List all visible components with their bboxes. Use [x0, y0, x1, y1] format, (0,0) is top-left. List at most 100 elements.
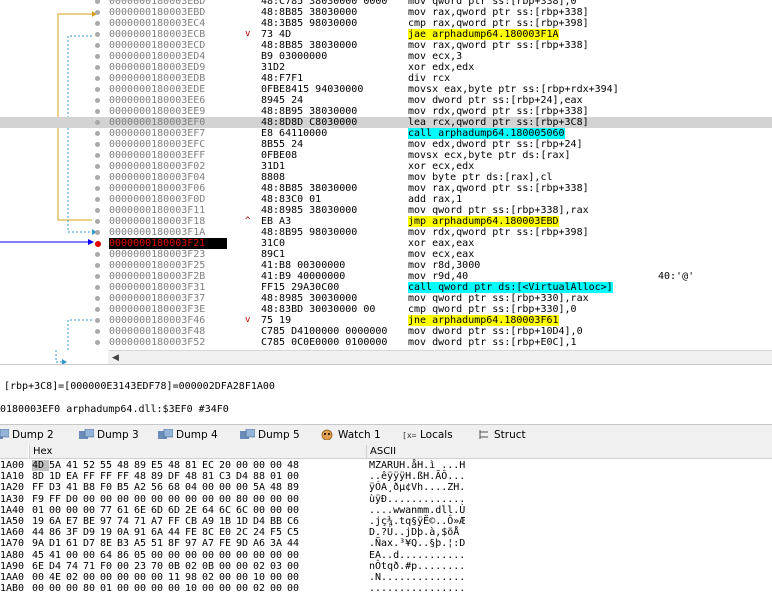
hex-byte[interactable]: 00 — [151, 494, 168, 505]
hex-byte[interactable]: 00 — [287, 471, 304, 482]
tab-dump-5[interactable]: Dump 5 — [238, 427, 300, 443]
hex-byte[interactable]: D9 — [83, 527, 100, 538]
hex-row[interactable]: 1A80 45 41 00 00 64 86 05 00 00 00 00 00 00 00 00 00 EA..… — [0, 550, 772, 561]
hex-byte[interactable]: 00 — [270, 505, 287, 516]
hex-byte[interactable]: F0 — [100, 482, 117, 493]
hex-byte[interactable]: 4D — [32, 460, 49, 471]
hex-byte[interactable]: 00 — [236, 482, 253, 493]
hex-byte[interactable]: 6C — [219, 505, 236, 516]
hex-byte[interactable]: BE — [83, 516, 100, 527]
hex-byte[interactable]: 00 — [253, 550, 270, 561]
hex-byte[interactable]: E5 — [151, 460, 168, 471]
hex-byte[interactable]: 00 — [83, 494, 100, 505]
hex-byte[interactable]: 00 — [134, 494, 151, 505]
hex-byte[interactable]: 2C — [236, 527, 253, 538]
disasm-row[interactable]: 0000000180003EC4 48:3B85 98030000 cmp rax,… — [0, 18, 772, 29]
hex-byte[interactable]: D4 — [49, 561, 66, 572]
hex-byte[interactable]: 00 — [202, 583, 219, 594]
breakpoint-slot-icon[interactable] — [95, 54, 100, 59]
hex-row[interactable]: 1A40 01 00 00 00 77 61 6E 6D 6D 2E 64 6C 6C 00 00 00....… — [0, 505, 772, 516]
hex-byte[interactable]: 00 — [287, 561, 304, 572]
hex-byte[interactable]: 01 — [100, 583, 117, 594]
breakpoint-slot-icon[interactable] — [95, 263, 100, 268]
hex-byte[interactable]: 1B — [219, 516, 236, 527]
breakpoint-slot-icon[interactable] — [95, 142, 100, 147]
hex-row[interactable]: 1A20 FF D3 41 B8 F0 B5 A2 56 68 04 00 00 00 5A 48 89 ÿÓA¸… — [0, 482, 772, 493]
hex-byte[interactable]: 01 — [270, 471, 287, 482]
scroll-left-icon[interactable]: ◀ — [112, 351, 119, 365]
hex-byte[interactable]: 41 — [66, 482, 83, 493]
disasm-row[interactable]: 0000000180003EBD 48:C785 38030000 0000 mov… — [0, 0, 772, 7]
hex-byte[interactable]: FE — [219, 538, 236, 549]
hex-byte[interactable]: E7 — [66, 516, 83, 527]
hex-byte[interactable]: BB — [270, 516, 287, 527]
hex-byte[interactable]: 00 — [117, 583, 134, 594]
breakpoint-slot-icon[interactable] — [95, 329, 100, 334]
hex-byte[interactable]: 48 — [287, 460, 304, 471]
disasm-row[interactable]: 0000000180003ECB v 73 4D jae arphadump64.18… — [0, 29, 772, 40]
hex-byte[interactable]: 10 — [185, 583, 202, 594]
hex-byte[interactable]: 03 — [270, 561, 287, 572]
hex-byte[interactable]: 00 — [287, 505, 304, 516]
disasm-row[interactable]: 0000000180003F37 48:8985 30030000 mov qwor… — [0, 293, 772, 304]
hex-byte[interactable]: FF — [83, 471, 100, 482]
breakpoint-slot-icon[interactable] — [95, 285, 100, 290]
hex-byte[interactable]: 6D — [151, 505, 168, 516]
hex-row[interactable]: 1A00 4D 5A 41 52 55 48 89 E5 48 81 EC 20 00 00 00 48 MZAR… — [0, 460, 772, 471]
hex-byte[interactable]: 00 — [134, 583, 151, 594]
hex-byte[interactable]: 9A — [32, 538, 49, 549]
disasm-row[interactable]: 0000000180003ED4 B9 03000000 mov ecx,3 — [0, 51, 772, 62]
disasm-row[interactable]: 0000000180003F3E 48:83BD 30030000 00 cmp q… — [0, 304, 772, 315]
hex-byte[interactable]: 41 — [66, 460, 83, 471]
breakpoint-slot-icon[interactable] — [95, 0, 100, 4]
hex-byte[interactable]: 10 — [253, 572, 270, 583]
hex-byte[interactable]: 97 — [100, 516, 117, 527]
hex-byte[interactable]: A2 — [134, 482, 151, 493]
disasm-row[interactable]: 0000000180003F18 ^ EB A3 jmp arphadump64.18… — [0, 216, 772, 227]
disasm-row[interactable]: 0000000180003ECD 48:8B85 38030000 mov rax,… — [0, 40, 772, 51]
hex-byte[interactable]: D7 — [83, 538, 100, 549]
hex-byte[interactable]: A5 — [134, 538, 151, 549]
disasm-row[interactable]: 0000000180003F0D 48:83C0 01 add rax,1 — [0, 194, 772, 205]
breakpoint-slot-icon[interactable] — [95, 76, 100, 81]
disasm-row[interactable]: 0000000180003F04 8808 mov byte ptr ds:[rax… — [0, 172, 772, 183]
breakpoint-slot-icon[interactable] — [95, 21, 100, 26]
hex-byte[interactable]: 00 — [236, 460, 253, 471]
hex-byte[interactable]: 02 — [66, 572, 83, 583]
hex-byte[interactable]: B5 — [117, 482, 134, 493]
disasm-row[interactable]: 0000000180003EF7 E8 64110000 call arphadum… — [0, 128, 772, 139]
hex-byte[interactable]: FF — [117, 471, 134, 482]
hex-row[interactable]: 1A30 F9 FF D0 00 00 00 00 00 00 00 00 00 80 00 00 00 ùÿÐ.… — [0, 494, 772, 505]
breakpoint-slot-icon[interactable] — [95, 197, 100, 202]
hex-byte[interactable]: D1 — [49, 538, 66, 549]
hex-byte[interactable]: 89 — [151, 471, 168, 482]
hex-byte[interactable]: 01 — [32, 505, 49, 516]
breakpoint-slot-icon[interactable] — [95, 109, 100, 114]
hex-byte[interactable]: 00 — [117, 572, 134, 583]
hex-byte[interactable]: B8 — [83, 482, 100, 493]
hex-byte[interactable]: 00 — [236, 572, 253, 583]
hex-byte[interactable]: 81 — [202, 471, 219, 482]
hex-byte[interactable]: 00 — [134, 572, 151, 583]
hex-byte[interactable]: 48 — [168, 460, 185, 471]
hex-byte[interactable]: 23 — [134, 561, 151, 572]
breakpoint-slot-icon[interactable] — [95, 208, 100, 213]
hex-byte[interactable]: 41 — [49, 550, 66, 561]
hex-byte[interactable]: 8E — [100, 538, 117, 549]
disasm-row[interactable]: 0000000180003F06 48:8B85 38030000 mov rax,… — [0, 183, 772, 194]
hex-byte[interactable]: 5A — [253, 482, 270, 493]
hex-byte[interactable]: 1D — [236, 516, 253, 527]
hex-byte[interactable]: 00 — [151, 550, 168, 561]
hex-byte[interactable]: 9D — [236, 538, 253, 549]
hex-byte[interactable]: FF — [49, 494, 66, 505]
hex-row[interactable]: 1AA0 00 4E 02 00 00 00 00 00 11 98 02 00 00 10 00 00 .N..… — [0, 572, 772, 583]
breakpoint-slot-icon[interactable] — [95, 10, 100, 15]
hex-byte[interactable]: 70 — [151, 561, 168, 572]
hex-byte[interactable]: 00 — [66, 505, 83, 516]
disasm-row[interactable]: 0000000180003F52 C785 0C0E0000 0100000 mov… — [0, 337, 772, 348]
tab-struct[interactable]: Struct — [474, 427, 526, 443]
hex-byte[interactable]: 89 — [134, 460, 151, 471]
hex-byte[interactable]: C6 — [287, 516, 304, 527]
hex-byte[interactable]: 71 — [134, 516, 151, 527]
breakpoint-slot-icon[interactable] — [95, 274, 100, 279]
